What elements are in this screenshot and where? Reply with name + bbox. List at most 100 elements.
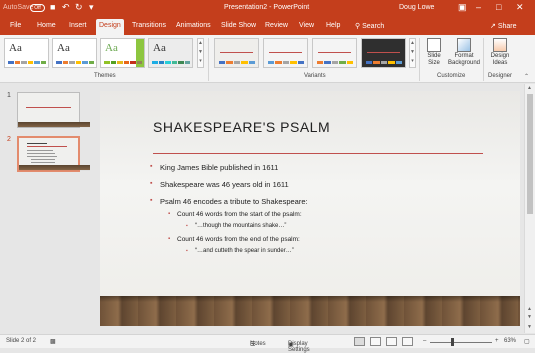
theme-office-2[interactable]: Aa (52, 38, 97, 68)
format-background-icon (457, 38, 471, 52)
theme-colors (8, 61, 46, 64)
theme-integral[interactable]: Aa (148, 38, 193, 68)
thumbnail-text (27, 150, 53, 151)
normal-view-button[interactable] (354, 337, 365, 346)
scroll-down-icon[interactable]: ▼ (527, 324, 532, 330)
variant-2[interactable] (263, 38, 308, 68)
variant-rule (269, 52, 302, 53)
slide-counter: Slide 2 of 2 (6, 338, 37, 344)
zoom-level[interactable]: 63% (504, 338, 516, 344)
tab-file[interactable]: File (10, 22, 21, 29)
slide-size-button[interactable]: Slide Size (423, 38, 445, 67)
user-name[interactable]: Doug Lowe (399, 4, 434, 11)
bullet-level-2: Count 46 words from the start of the psa… (150, 211, 490, 218)
design-ideas-label: Design Ideas (490, 53, 510, 66)
zoom-in-icon[interactable]: + (495, 338, 499, 344)
autosave-toggle[interactable]: Off (30, 4, 45, 12)
zoom-out-icon[interactable]: – (423, 338, 426, 344)
status-bar: Slide 2 of 2 ▩ ☰ Notes ▣ Display Setting… (0, 334, 535, 353)
share-button[interactable]: ↗ Share (490, 22, 517, 30)
title-bar: AutoSave Off ■ ↶ ↻ ▾ Presentation2 - Pow… (0, 0, 535, 17)
bullet-level-2: Count 46 words from the end of the psalm… (150, 236, 490, 243)
tab-insert[interactable]: Insert (69, 22, 87, 29)
bullet-level-3: “…and cutteth the spear in sunder…” (150, 248, 490, 254)
theme-glyph: Aa (57, 42, 70, 54)
current-slide[interactable]: SHAKESPEARE'S PSALM King James Bible pub… (100, 91, 520, 326)
undo-icon[interactable]: ↶ (62, 2, 70, 13)
zoom-slider-handle[interactable] (451, 338, 454, 346)
slide-thumbnail-2[interactable] (17, 136, 439, 172)
slide-body[interactable]: King James Bible published in 1611 Shake… (150, 163, 490, 261)
themes-more-icon[interactable]: ▲ ▼ ▾ (197, 38, 204, 68)
format-background-label: Format Background (447, 53, 481, 66)
spelling-icon[interactable]: ▩ (50, 338, 56, 345)
wood-floor-background (100, 296, 520, 326)
scroll-down-icon[interactable]: ▼ (527, 314, 532, 320)
tab-design[interactable]: Design (96, 19, 124, 35)
vertical-scrollbar[interactable]: ▲ ▲ ▼ ▼ (524, 84, 535, 333)
scroll-up-icon[interactable]: ▲ (527, 85, 532, 91)
redo-icon[interactable]: ↻ (75, 2, 83, 13)
variant-colors (317, 61, 354, 64)
variant-1[interactable] (214, 38, 259, 68)
variant-rule (220, 52, 253, 53)
variant-colors (366, 61, 403, 64)
slide-sorter-button[interactable] (370, 337, 381, 346)
tab-transitions[interactable]: Transitions (132, 22, 166, 29)
title-rule (153, 153, 483, 154)
thumbnail-title (27, 143, 47, 144)
reading-view-button[interactable] (386, 337, 397, 346)
ribbon-display-icon[interactable]: ▣ (458, 2, 467, 13)
design-ideas-icon (493, 38, 507, 52)
variants-more-icon[interactable]: ▲ ▼ ▾ (409, 38, 416, 68)
slide-title[interactable]: SHAKESPEARE'S PSALM (153, 119, 330, 135)
collapse-ribbon-icon[interactable]: ⌃ (524, 73, 529, 80)
tell-me-search[interactable]: ⚲ Search (355, 22, 384, 30)
design-ideas-button[interactable]: Design Ideas (486, 38, 514, 67)
tab-home[interactable]: Home (37, 22, 56, 29)
variant-4[interactable] (361, 38, 406, 68)
share-icon: ↗ (490, 23, 496, 30)
tab-review[interactable]: Review (265, 22, 288, 29)
fit-slide-icon[interactable]: ▢ (524, 338, 530, 345)
variant-3[interactable] (312, 38, 357, 68)
group-divider (208, 38, 209, 81)
share-label: Share (497, 23, 517, 30)
customize-qat-icon[interactable]: ▾ (89, 2, 94, 13)
scroll-up-icon[interactable]: ▲ (527, 306, 532, 312)
thumbnail-rule (27, 146, 67, 147)
slide-thumbnail-1[interactable] (17, 92, 438, 128)
theme-office[interactable]: Aa (4, 38, 49, 68)
close-icon[interactable]: ✕ (516, 2, 524, 13)
variant-colors (268, 61, 305, 64)
tab-help[interactable]: Help (326, 22, 340, 29)
slideshow-view-button[interactable] (402, 337, 413, 346)
theme-facet[interactable]: Aa (100, 38, 145, 68)
maximize-icon[interactable]: □ (496, 2, 501, 12)
ribbon-design: Aa Aa Aa Aa ▲ ▼ ▾ Themes ▲ ▼ ▾ Variants Slid… (0, 35, 535, 83)
slide-size-icon (427, 38, 441, 52)
tab-slide-show[interactable]: Slide Show (221, 22, 256, 29)
thumbnail-text (27, 153, 55, 154)
variant-colors (219, 61, 256, 64)
tab-animations[interactable]: Animations (176, 22, 211, 29)
minimize-icon[interactable]: – (476, 2, 481, 12)
group-divider (483, 38, 484, 81)
themes-group-label: Themes (94, 73, 116, 79)
thumbnail-number: 2 (7, 136, 11, 143)
customize-group-label: Customize (437, 73, 466, 79)
theme-glyph: Aa (153, 42, 166, 54)
thumbnail-number: 1 (7, 92, 11, 99)
document-title: Presentation2 - PowerPoint (224, 4, 310, 11)
ribbon-tabs: File Home Insert Design Transitions Anim… (0, 17, 535, 35)
zoom-slider[interactable] (430, 342, 492, 343)
display-settings-label: Display Settings (288, 341, 310, 353)
bullet-level-1: Psalm 46 encodes a tribute to Shakespear… (150, 197, 490, 206)
tab-view[interactable]: View (299, 22, 314, 29)
lightbulb-icon: ⚲ (355, 23, 361, 30)
scrollbar-thumb[interactable] (527, 94, 533, 214)
format-background-button[interactable]: Format Background (446, 38, 482, 67)
thumbnail-text (31, 162, 55, 163)
save-icon[interactable]: ■ (50, 2, 55, 12)
bullet-level-1: Shakespeare was 46 years old in 1611 (150, 180, 490, 189)
